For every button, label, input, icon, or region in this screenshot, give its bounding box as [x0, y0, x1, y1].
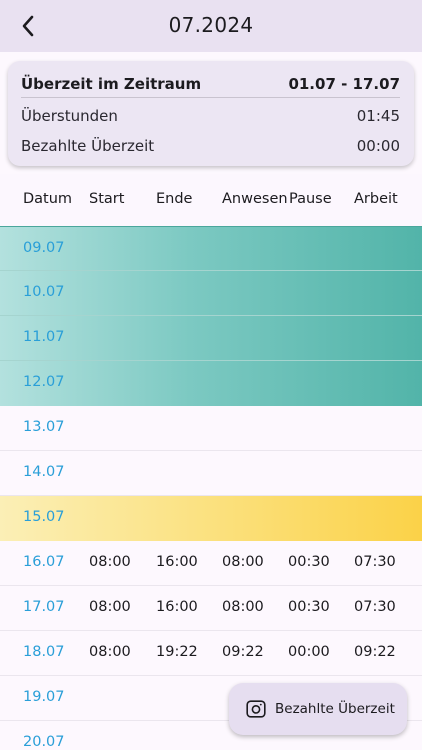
bezahlt-label: Bezahlte Überzeit: [21, 137, 155, 155]
bezahlt-row: Bezahlte Überzeit 00:00: [21, 133, 400, 159]
table-row[interactable]: 12.07: [0, 361, 422, 406]
table-row[interactable]: 13.07: [0, 406, 422, 451]
table-row[interactable]: 18.07 08:00 19:22 09:22 00:00 09:22: [0, 631, 422, 676]
page-title: 07.2024: [168, 13, 254, 37]
row-anwesend: 09:22: [222, 644, 264, 660]
ueberstunden-label: Überstunden: [21, 107, 118, 125]
table-row[interactable]: 11.07: [0, 316, 422, 361]
bezahlt-value: 00:00: [356, 137, 400, 155]
row-date: 20.07: [23, 734, 65, 750]
summary-range: 01.07 - 17.07: [288, 74, 400, 93]
table-row[interactable]: 10.07: [0, 271, 422, 316]
row-date: 13.07: [23, 419, 65, 435]
camera-icon: [245, 698, 267, 720]
app-bar: 07.2024: [0, 0, 422, 52]
row-ende: 19:22: [156, 644, 198, 660]
row-date: 18.07: [23, 644, 65, 660]
row-date: 14.07: [23, 464, 65, 480]
column-header-pause: Pause: [289, 191, 332, 207]
row-ende: 16:00: [156, 554, 198, 570]
paid-overtime-label: Bezahlte Überzeit: [275, 701, 395, 717]
summary-title: Überzeit im Zeitraum: [21, 74, 202, 93]
column-header-arbeit: Arbeit: [354, 191, 398, 207]
row-start: 08:00: [89, 599, 131, 615]
row-pause: 00:00: [288, 644, 330, 660]
row-date: 12.07: [23, 374, 65, 390]
table-row[interactable]: 17.07 08:00 16:00 08:00 00:30 07:30: [0, 586, 422, 631]
row-pause: 00:30: [288, 599, 330, 615]
row-arbeit: 07:30: [354, 599, 396, 615]
row-ende: 16:00: [156, 599, 198, 615]
row-date: 17.07: [23, 599, 65, 615]
row-anwesend: 08:00: [222, 554, 264, 570]
overtime-summary-card: Überzeit im Zeitraum 01.07 - 17.07 Übers…: [8, 61, 414, 166]
table-header: Datum Start Ende Anwesen Pause Arbeit: [0, 174, 422, 226]
row-pause: 00:30: [288, 554, 330, 570]
row-date: 16.07: [23, 554, 65, 570]
row-start: 08:00: [89, 644, 131, 660]
table-row[interactable]: 15.07: [0, 496, 422, 541]
column-header-ende: Ende: [156, 191, 193, 207]
summary-header: Überzeit im Zeitraum 01.07 - 17.07: [21, 70, 400, 98]
row-date: 11.07: [23, 329, 65, 345]
ueberstunden-row: Überstunden 01:45: [21, 103, 400, 129]
table-row[interactable]: 14.07: [0, 451, 422, 496]
row-arbeit: 09:22: [354, 644, 396, 660]
ueberstunden-value: 01:45: [356, 107, 400, 125]
day-list: 09.07 10.07 11.07 12.07 13.07 14.07 15.0…: [0, 226, 422, 750]
row-date: 15.07: [23, 509, 65, 525]
row-date: 10.07: [23, 284, 65, 300]
row-date: 09.07: [23, 240, 65, 256]
row-arbeit: 07:30: [354, 554, 396, 570]
column-header-start: Start: [89, 191, 125, 207]
row-anwesend: 08:00: [222, 599, 264, 615]
row-start: 08:00: [89, 554, 131, 570]
table-row[interactable]: 09.07: [0, 226, 422, 271]
table-row[interactable]: 16.07 08:00 16:00 08:00 00:30 07:30: [0, 541, 422, 586]
column-header-datum: Datum: [23, 191, 73, 207]
column-header-anwesend: Anwesen: [222, 191, 288, 207]
row-date: 19.07: [23, 689, 65, 705]
paid-overtime-button[interactable]: Bezahlte Überzeit: [229, 683, 407, 735]
